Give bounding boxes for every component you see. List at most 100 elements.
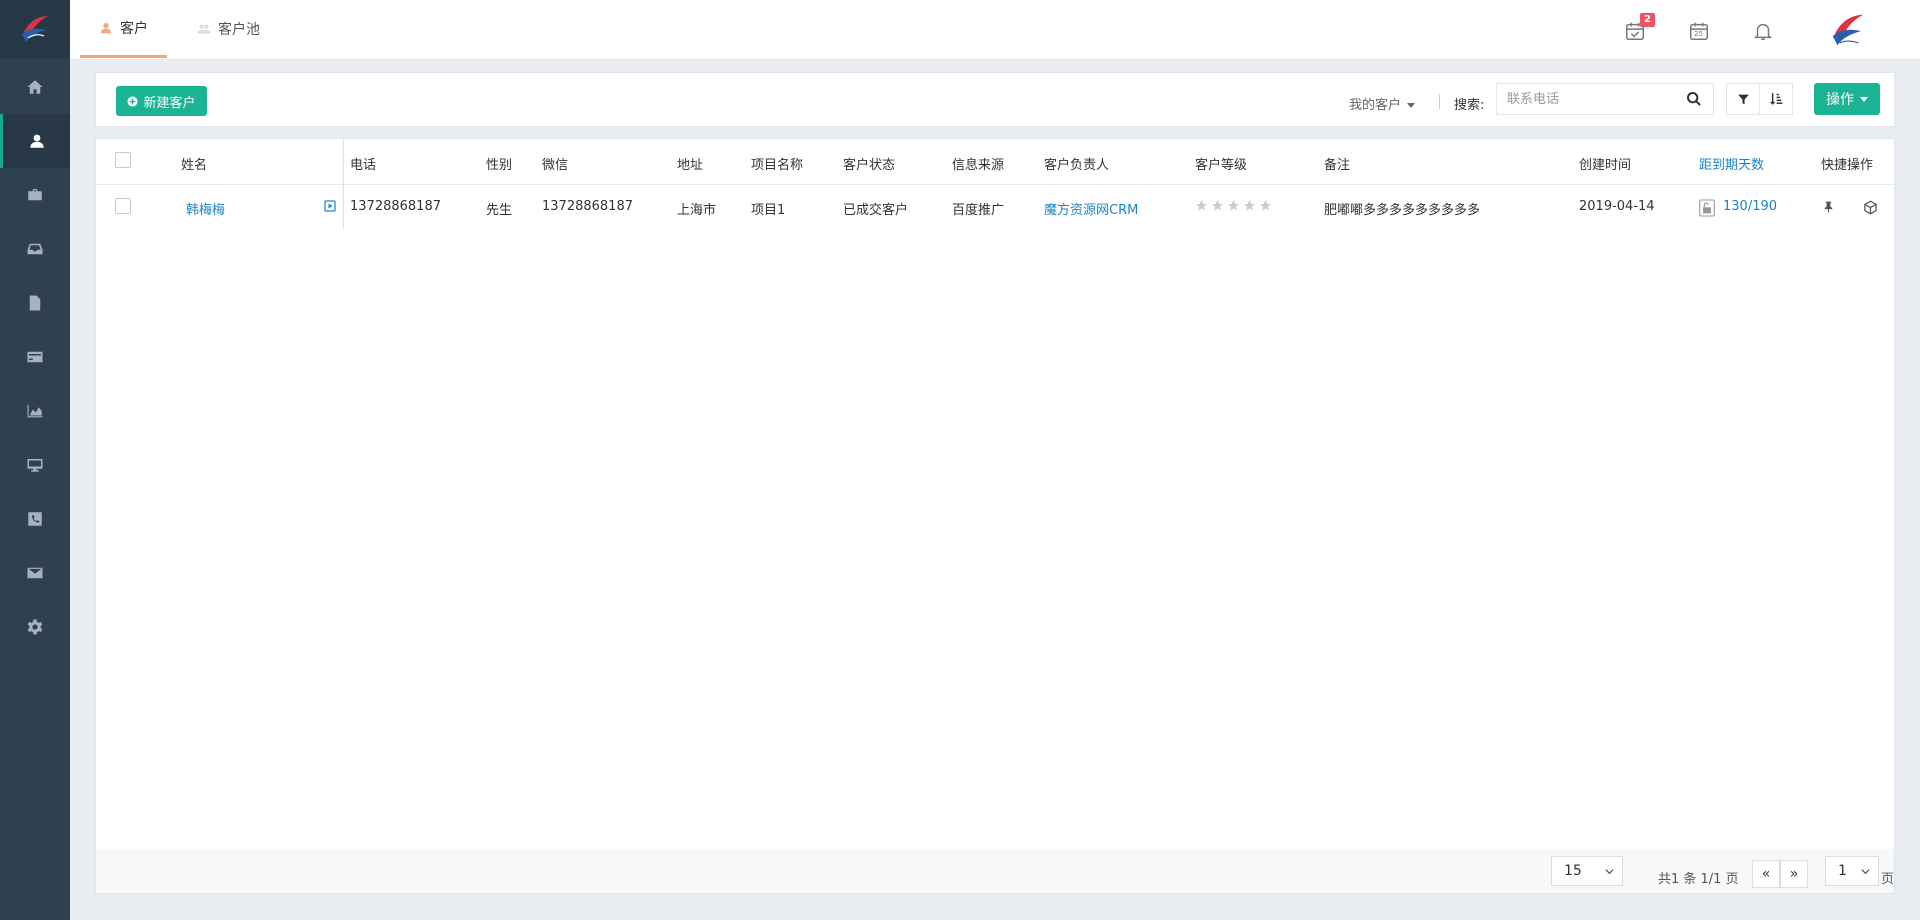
credit-card-icon (27, 351, 43, 363)
page-number-select[interactable]: 1 (1825, 856, 1879, 886)
column-header-gender[interactable]: 性别 (486, 154, 512, 173)
rating-stars[interactable] (1195, 199, 1272, 212)
caret-down-icon (1860, 96, 1868, 102)
actions-button[interactable]: 操作 (1814, 83, 1880, 115)
cube-icon[interactable] (1863, 200, 1878, 215)
sidebar-item-billing[interactable] (0, 330, 70, 384)
search-icon[interactable] (1686, 91, 1702, 107)
next-page-button[interactable]: » (1780, 860, 1808, 888)
sidebar-item-desktop[interactable] (0, 438, 70, 492)
unlock-icon[interactable] (1699, 199, 1715, 217)
page-size-select[interactable]: 15 (1551, 856, 1623, 886)
users-icon (197, 24, 211, 34)
search-label: 搜索: (1454, 98, 1485, 113)
task-count-badge: 2 (1640, 13, 1655, 27)
phone-icon (28, 512, 42, 526)
column-header-phone[interactable]: 电话 (350, 154, 376, 173)
chevron-down-icon (1861, 869, 1870, 875)
star-icon[interactable] (1259, 199, 1272, 212)
cell-wechat: 13728868187 (542, 199, 633, 214)
column-header-status[interactable]: 客户状态 (843, 154, 895, 173)
actions-label: 操作 (1826, 92, 1854, 108)
plus-circle-icon (127, 95, 139, 107)
inbox-icon (27, 243, 43, 255)
sidebar (0, 0, 70, 920)
pagination-bar: 15 共1 条 1/1 页 « » 1 页 (96, 849, 1894, 893)
cell-phone: 13728868187 (350, 199, 441, 214)
select-all-checkbox[interactable] (115, 152, 131, 168)
sidebar-item-reports[interactable] (0, 384, 70, 438)
column-header-source[interactable]: 信息来源 (952, 154, 1004, 173)
sidebar-item-mail[interactable] (0, 546, 70, 600)
tab-label: 客户池 (218, 22, 260, 38)
star-icon[interactable] (1227, 199, 1240, 212)
sort-button[interactable] (1759, 83, 1793, 115)
search-input[interactable] (1496, 83, 1714, 115)
cell-project: 项目1 (751, 203, 786, 218)
cell-owner-link[interactable]: 魔方资源网CRM (1044, 199, 1138, 218)
prev-page-button[interactable]: « (1752, 860, 1780, 888)
column-header-name[interactable]: 姓名 (181, 154, 207, 173)
tasks-button[interactable]: 2 (1624, 13, 1655, 42)
page-number-value: 1 (1838, 863, 1847, 879)
sort-amount-icon (1769, 93, 1783, 105)
user-avatar[interactable] (1828, 10, 1868, 50)
new-customer-button[interactable]: 新建客户 (116, 86, 207, 116)
tab-customers[interactable]: 客户 (80, 0, 167, 58)
desktop-icon (27, 459, 43, 472)
star-icon[interactable] (1243, 199, 1256, 212)
cell-gender: 先生 (486, 203, 513, 218)
cell-status: 已成交客户 (843, 203, 909, 218)
column-header-note[interactable]: 备注 (1324, 154, 1350, 173)
file-icon (29, 295, 41, 311)
calendar-button[interactable]: 25 (1688, 20, 1710, 42)
row-checkbox[interactable] (115, 198, 131, 214)
customer-table: 姓名 电话 性别 微信 地址 项目名称 客户状态 信息来源 客户负责人 客户等级… (95, 138, 1895, 894)
notifications-button[interactable] (1752, 20, 1774, 42)
column-header-created[interactable]: 创建时间 (1579, 154, 1631, 173)
pin-icon[interactable] (1822, 200, 1835, 214)
bell-icon (1753, 23, 1773, 40)
cell-note: 肥嘟嘟多多多多多多多多多 (1324, 203, 1481, 218)
top-bar: 客户 客户池 2 25 (70, 0, 1920, 60)
caret-down-icon (1407, 103, 1416, 108)
ribbon-logo-icon (1832, 14, 1864, 46)
home-icon (27, 80, 43, 94)
next-page-label: » (1789, 866, 1799, 882)
sidebar-item-inbox[interactable] (0, 222, 70, 276)
sidebar-item-documents[interactable] (0, 276, 70, 330)
scope-dropdown[interactable]: 我的客户 (1349, 94, 1416, 113)
filter-icon (1737, 94, 1749, 104)
column-header-rating[interactable]: 客户等级 (1195, 154, 1247, 173)
area-chart-icon (27, 405, 43, 418)
prev-page-label: « (1761, 866, 1771, 882)
toolbar: 新建客户 我的客户 搜索: 操作 (95, 72, 1895, 127)
column-header-days-left[interactable]: 距到期天数 (1699, 154, 1764, 173)
filter-button[interactable] (1726, 83, 1760, 115)
cell-days-left[interactable]: 130/190 (1723, 199, 1777, 214)
sidebar-item-briefcase[interactable] (0, 168, 70, 222)
customer-name-link[interactable]: 韩梅梅 (186, 199, 225, 218)
gear-icon (27, 619, 43, 635)
sidebar-item-customers[interactable] (0, 114, 70, 168)
page-suffix: 页 (1881, 872, 1895, 887)
sidebar-item-phone[interactable] (0, 492, 70, 546)
toolbar-divider (1439, 94, 1440, 109)
play-square-icon[interactable] (324, 200, 336, 212)
star-icon[interactable] (1195, 199, 1208, 212)
cell-address: 上海市 (677, 203, 717, 218)
column-header-wechat[interactable]: 微信 (542, 154, 568, 173)
tab-customer-pool[interactable]: 客户池 (187, 0, 270, 58)
brand-logo[interactable] (0, 0, 70, 58)
chevron-down-icon (1605, 869, 1614, 875)
sidebar-item-home[interactable] (0, 60, 70, 114)
column-header-owner[interactable]: 客户负责人 (1044, 154, 1109, 173)
column-header-address[interactable]: 地址 (677, 154, 703, 173)
user-icon (100, 22, 112, 33)
column-header-project[interactable]: 项目名称 (751, 154, 803, 173)
scope-label: 我的客户 (1349, 98, 1402, 113)
new-customer-label: 新建客户 (143, 95, 196, 111)
table-header: 姓名 电话 性别 微信 地址 项目名称 客户状态 信息来源 客户负责人 客户等级… (96, 139, 1894, 185)
star-icon[interactable] (1211, 199, 1224, 212)
sidebar-item-settings[interactable] (0, 600, 70, 654)
